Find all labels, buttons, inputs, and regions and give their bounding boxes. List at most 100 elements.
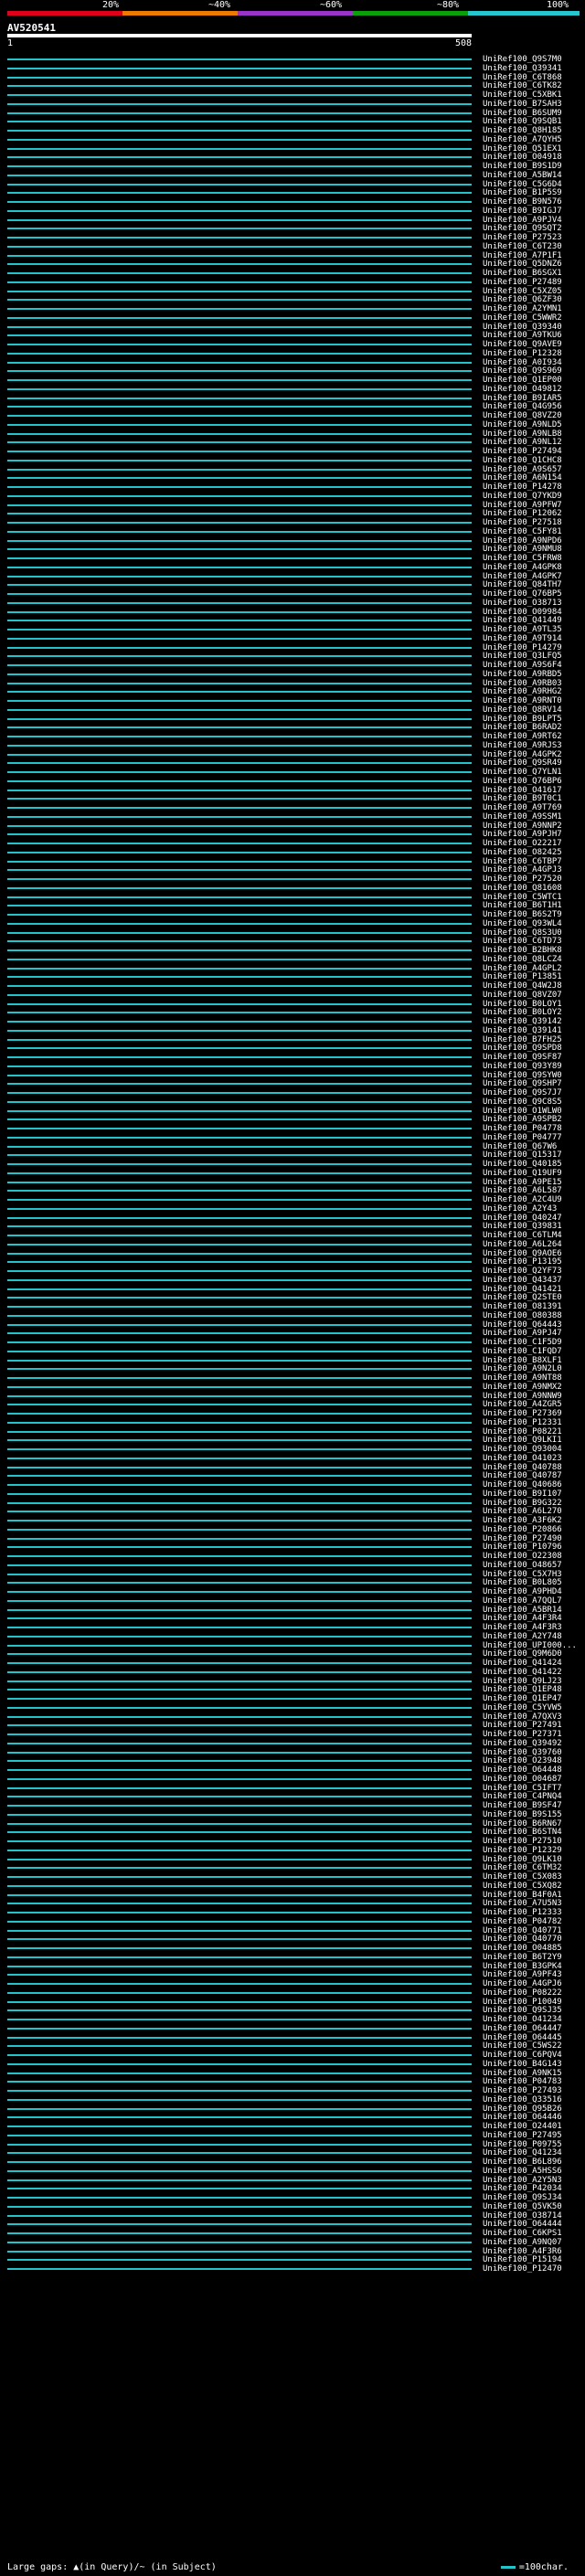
hit-label[interactable]: UniRef100_Q9SJ34	[483, 2193, 562, 2202]
hit-label[interactable]: UniRef100_O1WLW0	[483, 1107, 562, 1116]
hit-label[interactable]: UniRef100_Q93004	[483, 1445, 562, 1454]
hit-row[interactable]: UniRef100_O04885	[0, 1944, 585, 1953]
hit-row[interactable]: UniRef100_A9NT88	[0, 1373, 585, 1383]
hit-label[interactable]: UniRef100_A4F3R3	[483, 1623, 562, 1632]
hit-row[interactable]: UniRef100_B9T0C1	[0, 794, 585, 803]
hit-row[interactable]: UniRef100_C6TLM4	[0, 1231, 585, 1240]
hit-label[interactable]: UniRef100_P12062	[483, 509, 562, 518]
hit-label[interactable]: UniRef100_Q93Y89	[483, 1062, 562, 1071]
hit-label[interactable]: UniRef100_O38713	[483, 599, 562, 608]
hit-label[interactable]: UniRef100_Q4G956	[483, 402, 562, 411]
hit-row[interactable]: UniRef100_A9NLB8	[0, 429, 585, 439]
hit-row[interactable]: UniRef100_A2Y5N3	[0, 2176, 585, 2185]
hit-row[interactable]: UniRef100_P27494	[0, 447, 585, 456]
hit-row[interactable]: UniRef100_P08221	[0, 1427, 585, 1436]
hit-label[interactable]: UniRef100_C4PNQ4	[483, 1792, 562, 1801]
hit-label[interactable]: UniRef100_Q5DNZ6	[483, 260, 562, 269]
hit-row[interactable]: UniRef100_C5G6D4	[0, 180, 585, 189]
hit-row[interactable]: UniRef100_Q9AOE6	[0, 1249, 585, 1258]
hit-label[interactable]: UniRef100_A9NLB8	[483, 429, 562, 439]
hit-row[interactable]: UniRef100_Q93WL4	[0, 919, 585, 928]
hit-label[interactable]: UniRef100_O41617	[483, 786, 562, 795]
hit-row[interactable]: UniRef100_C5WS22	[0, 2041, 585, 2051]
hit-label[interactable]: UniRef100_P15194	[483, 2255, 562, 2264]
hit-row[interactable]: UniRef100_P12329	[0, 1846, 585, 1855]
hit-row[interactable]: UniRef100_Q9C8S5	[0, 1097, 585, 1107]
hit-row[interactable]: UniRef100_B6STN4	[0, 1828, 585, 1837]
hit-row[interactable]: UniRef100_A9RB03	[0, 679, 585, 688]
hit-row[interactable]: UniRef100_A2C4U9	[0, 1195, 585, 1204]
hit-label[interactable]: UniRef100_B7FH25	[483, 1035, 562, 1044]
hit-row[interactable]: UniRef100_Q1EP00	[0, 376, 585, 385]
hit-label[interactable]: UniRef100_Q41449	[483, 616, 562, 625]
hit-row[interactable]: UniRef100_Q15317	[0, 1150, 585, 1160]
hit-label[interactable]: UniRef100_P13195	[483, 1257, 562, 1267]
hit-row[interactable]: UniRef100_Q7YLN1	[0, 768, 585, 777]
hit-label[interactable]: UniRef100_B9S1D9	[483, 162, 562, 171]
hit-label[interactable]: UniRef100_A5BW14	[483, 171, 562, 180]
hit-label[interactable]: UniRef100_P08221	[483, 1427, 562, 1436]
hit-row[interactable]: UniRef100_Q1CHC8	[0, 456, 585, 465]
hit-row[interactable]: UniRef100_B0LOY1	[0, 1000, 585, 1009]
hit-row[interactable]: UniRef100_P27493	[0, 2086, 585, 2095]
hit-label[interactable]: UniRef100_P10049	[483, 1998, 562, 2007]
hit-row[interactable]: UniRef100_Q3LFQ5	[0, 652, 585, 661]
hit-label[interactable]: UniRef100_Q19UF9	[483, 1169, 562, 1178]
hit-label[interactable]: UniRef100_Q81608	[483, 884, 562, 893]
hit-label[interactable]: UniRef100_Q8VZ07	[483, 991, 562, 1000]
hit-row[interactable]: UniRef100_A2Y43	[0, 1204, 585, 1214]
hit-row[interactable]: UniRef100_P12470	[0, 2264, 585, 2274]
hit-label[interactable]: UniRef100_P08222	[483, 1988, 562, 1998]
hit-label[interactable]: UniRef100_A4ZGR5	[483, 1400, 562, 1409]
hit-row[interactable]: UniRef100_Q9SYW0	[0, 1071, 585, 1080]
hit-row[interactable]: UniRef100_B6T1H1	[0, 901, 585, 910]
hit-row[interactable]: UniRef100_A9RT62	[0, 732, 585, 741]
hit-label[interactable]: UniRef100_A3F6K2	[483, 1516, 562, 1525]
hit-label[interactable]: UniRef100_A9NMX2	[483, 1383, 562, 1392]
hit-row[interactable]: UniRef100_A9RHG2	[0, 687, 585, 696]
hit-row[interactable]: UniRef100_B7FH25	[0, 1035, 585, 1044]
hit-label[interactable]: UniRef100_A9NMU8	[483, 545, 562, 554]
hit-row[interactable]: UniRef100_A9NMX2	[0, 1383, 585, 1392]
hit-row[interactable]: UniRef100_O09984	[0, 608, 585, 617]
hit-row[interactable]: UniRef100_O48657	[0, 1561, 585, 1570]
hit-label[interactable]: UniRef100_A9PFW7	[483, 501, 562, 510]
hit-row[interactable]: UniRef100_C6TK82	[0, 81, 585, 90]
hit-label[interactable]: UniRef100_Q40788	[483, 1463, 562, 1472]
hit-label[interactable]: UniRef100_Q40771	[483, 1926, 562, 1935]
hit-row[interactable]: UniRef100_A7P1F1	[0, 251, 585, 260]
hit-row[interactable]: UniRef100_B6L896	[0, 2157, 585, 2167]
hit-label[interactable]: UniRef100_P04778	[483, 1124, 562, 1133]
hit-label[interactable]: UniRef100_A9RBD5	[483, 670, 562, 679]
hit-label[interactable]: UniRef100_Q1CHC8	[483, 456, 562, 465]
hit-row[interactable]: UniRef100_A9PF43	[0, 1970, 585, 1979]
hit-label[interactable]: UniRef100_P27495	[483, 2131, 562, 2140]
hit-row[interactable]: UniRef100_Q1EP48	[0, 1685, 585, 1694]
hit-label[interactable]: UniRef100_C1FQD7	[483, 1347, 562, 1356]
hit-row[interactable]: UniRef100_O64446	[0, 2113, 585, 2122]
hit-label[interactable]: UniRef100_Q3LFQ5	[483, 652, 562, 661]
hit-row[interactable]: UniRef100_A0I934	[0, 358, 585, 367]
hit-row[interactable]: UniRef100_O38714	[0, 2211, 585, 2221]
hit-row[interactable]: UniRef100_C5XZ05	[0, 287, 585, 296]
hit-label[interactable]: UniRef100_B9SF47	[483, 1801, 562, 1810]
hit-row[interactable]: UniRef100_A9T769	[0, 803, 585, 812]
hit-row[interactable]: UniRef100_A9T914	[0, 634, 585, 643]
hit-row[interactable]: UniRef100_A9PJ47	[0, 1329, 585, 1338]
hit-row[interactable]: UniRef100_C4PNQ4	[0, 1792, 585, 1801]
hit-row[interactable]: UniRef100_P14279	[0, 643, 585, 652]
hit-row[interactable]: UniRef100_A4GPK2	[0, 750, 585, 759]
hit-label[interactable]: UniRef100_O22308	[483, 1552, 562, 1561]
hit-row[interactable]: UniRef100_P27495	[0, 2131, 585, 2140]
hit-label[interactable]: UniRef100_Q40247	[483, 1214, 562, 1223]
hit-row[interactable]: UniRef100_A9NPD6	[0, 536, 585, 546]
hit-label[interactable]: UniRef100_Q2YF73	[483, 1267, 562, 1276]
hit-row[interactable]: UniRef100_P09755	[0, 2140, 585, 2149]
hit-row[interactable]: UniRef100_Q8LCZ4	[0, 955, 585, 964]
hit-label[interactable]: UniRef100_Q40686	[483, 1480, 562, 1489]
hit-label[interactable]: UniRef100_Q9SYW0	[483, 1071, 562, 1080]
hit-row[interactable]: UniRef100_UPI000...	[0, 1641, 585, 1650]
hit-row[interactable]: UniRef100_O82425	[0, 848, 585, 857]
hit-label[interactable]: UniRef100_C6TK82	[483, 81, 562, 90]
hit-row[interactable]: UniRef100_P42034	[0, 2184, 585, 2193]
